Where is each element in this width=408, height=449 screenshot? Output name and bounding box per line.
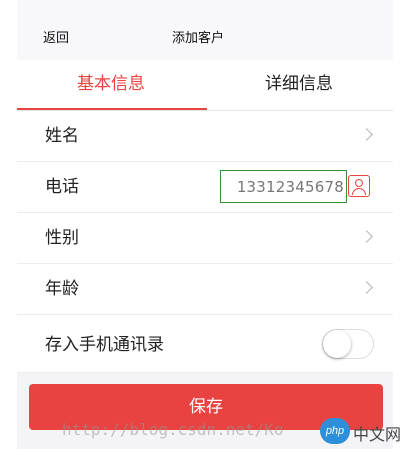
tab-bar: 基本信息 详细信息 <box>17 60 393 111</box>
active-tab-indicator <box>17 108 207 110</box>
toggle-knob <box>323 330 351 358</box>
contact-icon[interactable] <box>348 175 370 197</box>
save-contacts-toggle[interactable] <box>322 329 374 359</box>
brand-logo: php 中文网 <box>320 418 404 444</box>
gender-label: 性别 <box>45 228 79 248</box>
phone-row: 电话 <box>17 162 393 213</box>
chevron-right-icon <box>360 281 373 294</box>
age-row[interactable]: 年龄 <box>17 264 393 315</box>
phone-label: 电话 <box>45 177 79 197</box>
phone-input[interactable] <box>220 170 347 203</box>
app-screen: 返回 添加客户 基本信息 详细信息 姓名 电话 性别 年龄 存入手机 <box>17 0 393 449</box>
contact-body-shape <box>352 188 366 195</box>
navigation-bar: 返回 添加客户 <box>17 0 393 60</box>
gender-row[interactable]: 性别 <box>17 213 393 264</box>
chevron-right-icon <box>360 128 373 141</box>
name-row[interactable]: 姓名 <box>17 111 393 162</box>
customer-form: 姓名 电话 性别 年龄 存入手机通讯录 <box>17 111 393 373</box>
brand-logo-badge: php <box>320 418 350 444</box>
tab-detail-info[interactable]: 详细信息 <box>205 60 393 110</box>
brand-logo-text: 中文网 <box>353 425 402 444</box>
page-title: 添加客户 <box>171 31 224 46</box>
save-contacts-label: 存入手机通讯录 <box>45 335 164 355</box>
watermark: http://blog.csdn.net/Ko <box>62 420 284 439</box>
chevron-right-icon <box>360 230 373 243</box>
age-label: 年龄 <box>45 279 79 299</box>
contact-head-shape <box>355 179 363 187</box>
tab-basic-info[interactable]: 基本信息 <box>17 60 205 110</box>
name-label: 姓名 <box>45 126 79 146</box>
save-contacts-row: 存入手机通讯录 <box>17 315 393 373</box>
